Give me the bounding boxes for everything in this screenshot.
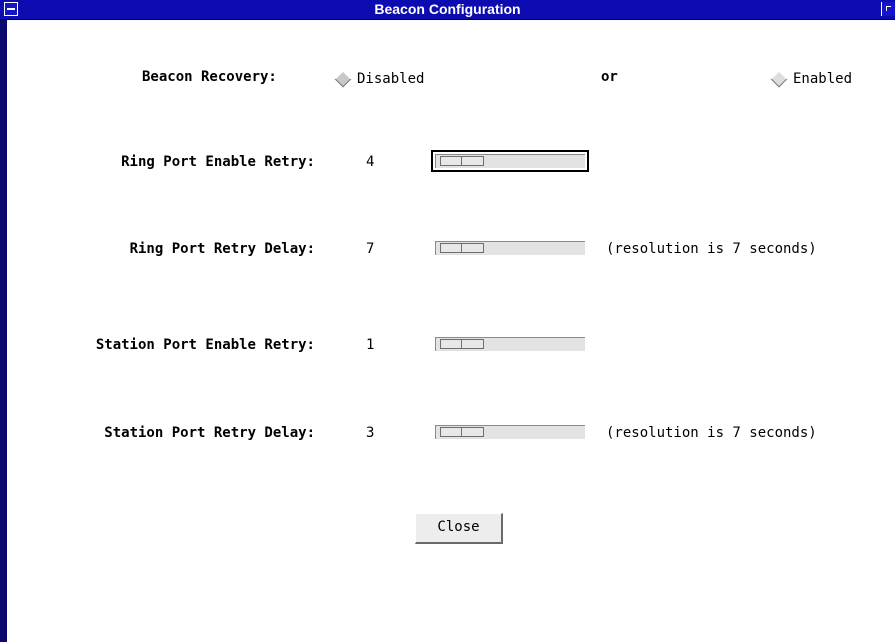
beacon-recovery-enabled-radio[interactable]: Enabled	[770, 70, 853, 88]
beacon-recovery-label: Beacon Recovery:	[142, 69, 277, 85]
enabled-option-label: Enabled	[793, 71, 853, 87]
ring-port-retry-delay-slider[interactable]	[435, 241, 585, 255]
or-label: or	[601, 69, 618, 85]
station-port-retry-delay-value: 3	[366, 425, 375, 441]
slider-thumb[interactable]	[440, 243, 484, 253]
station-port-enable-retry-value: 1	[366, 337, 375, 353]
ring-port-retry-delay-value: 7	[366, 241, 375, 257]
slider-thumb[interactable]	[440, 156, 484, 166]
station-port-retry-delay-slider[interactable]	[435, 425, 585, 439]
slider-thumb[interactable]	[440, 427, 484, 437]
radio-diamond-icon	[770, 70, 788, 88]
beacon-configuration-window: Beacon Configuration Beacon Recovery: Di…	[0, 0, 895, 642]
disabled-option-label: Disabled	[357, 71, 425, 87]
title-bar[interactable]: Beacon Configuration	[0, 0, 895, 20]
station-port-retry-delay-label: Station Port Retry Delay:	[104, 425, 315, 441]
slider-thumb[interactable]	[440, 339, 484, 349]
ring-port-retry-delay-label: Ring Port Retry Delay:	[129, 241, 315, 257]
close-button[interactable]: Close	[415, 513, 503, 544]
maximize-icon[interactable]	[881, 2, 895, 16]
station-port-retry-delay-note: (resolution is 7 seconds)	[606, 425, 817, 441]
window-title: Beacon Configuration	[374, 1, 521, 17]
dialog-body: Beacon Recovery: Disabled or Enabled Rin…	[7, 20, 895, 642]
ring-port-enable-retry-label: Ring Port Enable Retry:	[121, 154, 315, 170]
ring-port-retry-delay-note: (resolution is 7 seconds)	[606, 241, 817, 257]
ring-port-enable-retry-value: 4	[366, 154, 375, 170]
station-port-enable-retry-slider[interactable]	[435, 337, 585, 351]
ring-port-enable-retry-slider[interactable]	[431, 150, 589, 172]
radio-diamond-icon	[334, 70, 352, 88]
beacon-recovery-disabled-radio[interactable]: Disabled	[334, 70, 425, 88]
station-port-enable-retry-label: Station Port Enable Retry:	[95, 337, 315, 353]
